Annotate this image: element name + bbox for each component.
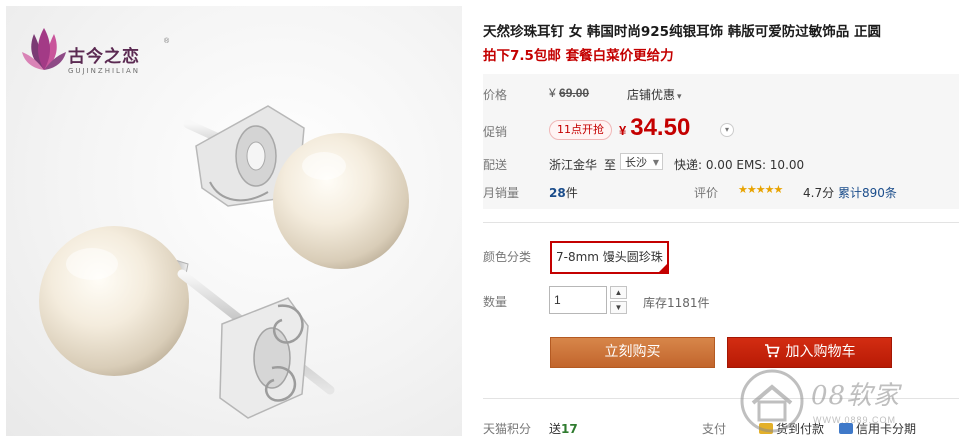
monthly-sales-unit: 件 [565,186,578,200]
shop-discount-dropdown[interactable]: 店铺优惠 ▾ [627,86,682,103]
points-label: 天猫积分 [483,422,532,436]
rating-label: 评价 [694,186,719,200]
shop-discount-label: 店铺优惠 [627,88,676,102]
promo-text: 拍下7.5包邮 套餐白菜价更给力 [483,48,674,64]
site-watermark: 08软家 WWW.0889.COM [735,365,959,439]
points-number: 17 [561,422,578,436]
price-label: 价格 [483,88,508,102]
color-option-label: 7-8mm 馒头圆珍珠 [556,250,663,264]
monthly-sales-label: 月销量 [483,186,520,200]
product-title: 天然珍珠耳钉 女 韩国时尚925纯银耳饰 韩版可爱防过敏饰品 正圆 [483,24,881,40]
selected-check-icon [657,263,668,293]
color-label: 颜色分类 [483,250,532,264]
points-prefix: 送 [549,422,562,436]
product-image[interactable]: 古今之恋 ® GUJINZHILIAN [6,6,462,436]
quantity-input[interactable]: 1 [549,286,607,314]
add-to-cart-button[interactable]: 加入购物车 [727,337,892,368]
monthly-sales-value: 28件 [549,184,578,201]
cart-icon [764,343,780,357]
price-box: 价格 ¥ 69.00 店铺优惠 ▾ 促销 11点开抢 ¥34.50 ▾ 配送 浙江… [483,74,959,209]
watermark-text: 08软家 [811,381,901,411]
original-price-value: 69.00 [559,86,590,100]
payment-label: 支付 [702,422,727,436]
add-to-cart-label: 加入购物车 [785,344,856,360]
sale-price-value: 34.50 [630,114,691,141]
brand-name: 古今之恋 [68,47,140,67]
buy-now-button[interactable]: 立刻购买 [550,337,715,368]
quantity-increase-button[interactable]: ▲ [610,286,627,299]
sale-label: 促销 [483,125,508,139]
monthly-sales-count: 28 [549,186,566,200]
points-value: 送17 [549,420,578,437]
sale-currency-symbol: ¥ [619,123,627,138]
dropdown-arrow-icon: ▼ [652,158,659,167]
chevron-down-icon: ▾ [677,92,682,102]
ship-from: 浙江金华 [549,158,598,172]
quantity-decrease-button[interactable]: ▼ [610,301,627,314]
quantity-label: 数量 [483,295,508,309]
ship-to-word: 至 [604,158,617,172]
sale-expand-chevron-icon[interactable]: ▾ [720,123,734,137]
watermark-url: WWW.0889.COM [813,415,897,425]
lotus-logo-icon [22,28,66,70]
rating-score: 4.7分 [803,186,835,200]
sale-price: ¥34.50 [619,114,690,142]
brand-logo: 古今之恋 ® GUJINZHILIAN [22,26,172,78]
color-option-button[interactable]: 7-8mm 馒头圆珍珠 [550,241,669,293]
currency-symbol: ¥ [549,86,556,100]
divider [483,222,959,223]
shipping-fee: 快递: 0.00 EMS: 10.00 [674,158,805,172]
stock-count: 库存1181件 [643,296,710,310]
house-logo-icon [740,369,804,433]
registered-mark: ® [164,38,170,45]
city-select[interactable]: 长沙 ▼ [620,153,663,170]
original-price: ¥ 69.00 [549,86,589,100]
shipping-label: 配送 [483,158,508,172]
timer-badge: 11点开抢 [549,120,612,140]
city-select-value: 长沙 [625,156,647,169]
review-count-link[interactable]: 累计890条 [838,184,897,201]
rating-stars-icon: ★★★★★ [738,184,783,196]
brand-pinyin: GUJINZHILIAN [68,67,141,75]
